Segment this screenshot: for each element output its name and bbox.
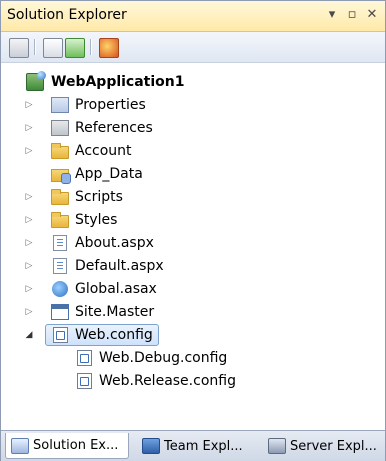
toolbar [1, 32, 385, 63]
references-icon [51, 120, 69, 136]
pin-icon[interactable]: ▫ [345, 7, 359, 22]
tree-item-default-aspx[interactable]: ▷ Default.aspx [1, 255, 385, 278]
tree-item-label: App_Data [75, 166, 143, 182]
tree-item-label: Default.aspx [75, 258, 164, 274]
expand-arrow-icon[interactable]: ▷ [24, 100, 34, 110]
tab-label: Team Expl... [164, 438, 243, 454]
tree-item-label: Site.Master [75, 304, 155, 320]
expand-arrow-icon[interactable]: ▷ [24, 307, 34, 317]
web-project-icon [26, 71, 46, 91]
app-data-folder-icon [51, 169, 71, 184]
panel-title-bar: Solution Explorer ▾ ▫ ✕ [1, 1, 385, 32]
tree-item-label: About.aspx [75, 235, 154, 251]
tree-item-label: Properties [75, 97, 146, 113]
expand-arrow-icon[interactable]: ▷ [24, 238, 34, 248]
expand-arrow-icon[interactable]: ▷ [24, 215, 34, 225]
tree-item-properties[interactable]: ▷ Properties [1, 94, 385, 117]
aspx-page-icon [53, 235, 67, 251]
tab-team-explorer[interactable]: Team Expl... [137, 433, 255, 459]
expand-arrow-icon[interactable]: ▷ [24, 261, 34, 271]
tree-item-styles[interactable]: ▷ Styles [1, 209, 385, 232]
tree-item-label: References [75, 120, 153, 136]
tree-item-references[interactable]: ▷ References [1, 117, 385, 140]
tree-item-about-aspx[interactable]: ▷ About.aspx [1, 232, 385, 255]
project-name: WebApplication1 [51, 74, 185, 90]
team-explorer-icon [142, 438, 160, 454]
collapse-arrow-icon[interactable]: ◢ [24, 330, 34, 340]
tab-label: Solution Ex... [33, 438, 119, 453]
global-asax-icon [52, 281, 68, 297]
expand-arrow-icon[interactable]: ▷ [24, 192, 34, 202]
tree-item-account[interactable]: ▷ Account [1, 140, 385, 163]
config-file-icon [53, 327, 68, 343]
toolbar-separator [90, 39, 92, 55]
master-page-icon [51, 304, 69, 320]
panel-title: Solution Explorer [7, 7, 127, 23]
server-explorer-icon [268, 438, 286, 454]
tree-item-site-master[interactable]: ▷ Site.Master [1, 301, 385, 324]
tree-item-label: Web.config [75, 327, 153, 343]
properties-icon [51, 97, 69, 113]
bottom-tab-strip: Solution Ex... Team Expl... Server Expl.… [1, 430, 385, 461]
toolbar-separator [34, 39, 36, 55]
tree-item-label: Scripts [75, 189, 123, 205]
tab-solution-explorer[interactable]: Solution Ex... [5, 433, 129, 459]
tree-item-label: Web.Release.config [99, 373, 236, 389]
solution-tree: WebApplication1 ▷ Properties ▷ Reference… [1, 65, 385, 405]
tree-item-label: Styles [75, 212, 118, 228]
config-file-icon [77, 350, 92, 366]
solution-explorer-icon [11, 437, 29, 454]
show-all-files-icon[interactable] [43, 38, 63, 58]
properties-icon[interactable] [9, 38, 29, 58]
tree-item-web-release-config[interactable]: Web.Release.config [1, 370, 385, 393]
refresh-icon[interactable] [65, 38, 85, 58]
tree-item-web-debug-config[interactable]: Web.Debug.config [1, 347, 385, 370]
dropdown-arrow-icon[interactable]: ▾ [325, 7, 339, 22]
expand-arrow-icon[interactable]: ▷ [24, 123, 34, 133]
tree-item-label: Global.asax [75, 281, 157, 297]
tree-root-project[interactable]: WebApplication1 [1, 71, 385, 94]
expand-arrow-icon[interactable]: ▷ [24, 284, 34, 294]
folder-icon [51, 143, 69, 159]
tab-label: Server Expl... [290, 438, 377, 454]
folder-icon [51, 189, 69, 205]
close-icon[interactable]: ✕ [365, 7, 379, 22]
tree-item-web-config[interactable]: ◢ Web.config [1, 324, 385, 347]
solution-explorer-panel: Solution Explorer ▾ ▫ ✕ WebApplication1 … [0, 0, 386, 461]
window-controls: ▾ ▫ ✕ [325, 7, 379, 22]
tab-server-explorer[interactable]: Server Expl... [263, 433, 383, 459]
tree-item-global-asax[interactable]: ▷ Global.asax [1, 278, 385, 301]
expand-arrow-icon[interactable]: ▷ [24, 146, 34, 156]
aspx-page-icon [53, 258, 67, 274]
tree-item-scripts[interactable]: ▷ Scripts [1, 186, 385, 209]
tree-item-app-data[interactable]: App_Data [1, 163, 385, 186]
copy-website-icon[interactable] [99, 38, 119, 58]
tree-item-label: Web.Debug.config [99, 350, 228, 366]
tree-item-label: Account [75, 143, 132, 159]
folder-icon [51, 212, 69, 228]
config-file-icon [77, 373, 92, 389]
